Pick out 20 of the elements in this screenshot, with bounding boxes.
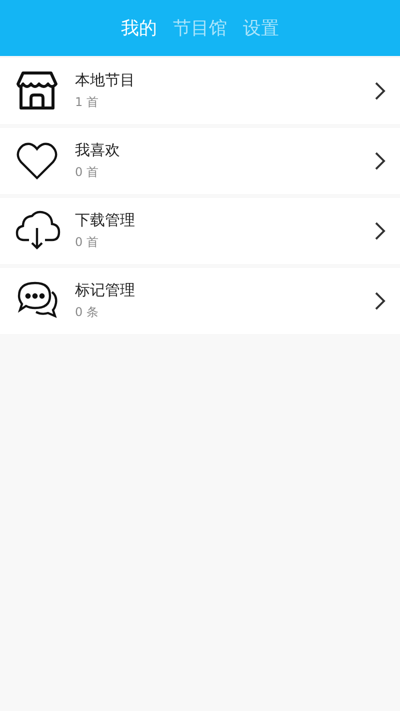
menu-row[interactable]: 下载管理 0 首: [0, 198, 400, 264]
heart-icon: [16, 142, 58, 180]
item-title: 本地节目: [75, 71, 136, 90]
menu-row[interactable]: 本地节目 1 首: [0, 58, 400, 124]
item-count: 0 首: [75, 234, 100, 251]
item-count: 0 首: [75, 164, 100, 181]
item-count: 0 条: [75, 304, 100, 321]
chevron-right-icon: [375, 82, 386, 100]
item-title: 我喜欢: [75, 141, 121, 160]
item-count: 1 首: [75, 94, 100, 111]
menu-row[interactable]: 我喜欢 0 首: [0, 128, 400, 194]
item-title: 标记管理: [75, 281, 136, 300]
menu-row[interactable]: 标记管理 0 条: [0, 268, 400, 334]
chat-bubbles-icon: [18, 282, 58, 318]
chevron-right-icon: [375, 292, 386, 310]
cloud-download-icon: [16, 210, 60, 250]
item-title: 下载管理: [75, 211, 136, 230]
chevron-right-icon: [375, 152, 386, 170]
storefront-icon: [16, 72, 58, 110]
chevron-right-icon: [375, 222, 386, 240]
